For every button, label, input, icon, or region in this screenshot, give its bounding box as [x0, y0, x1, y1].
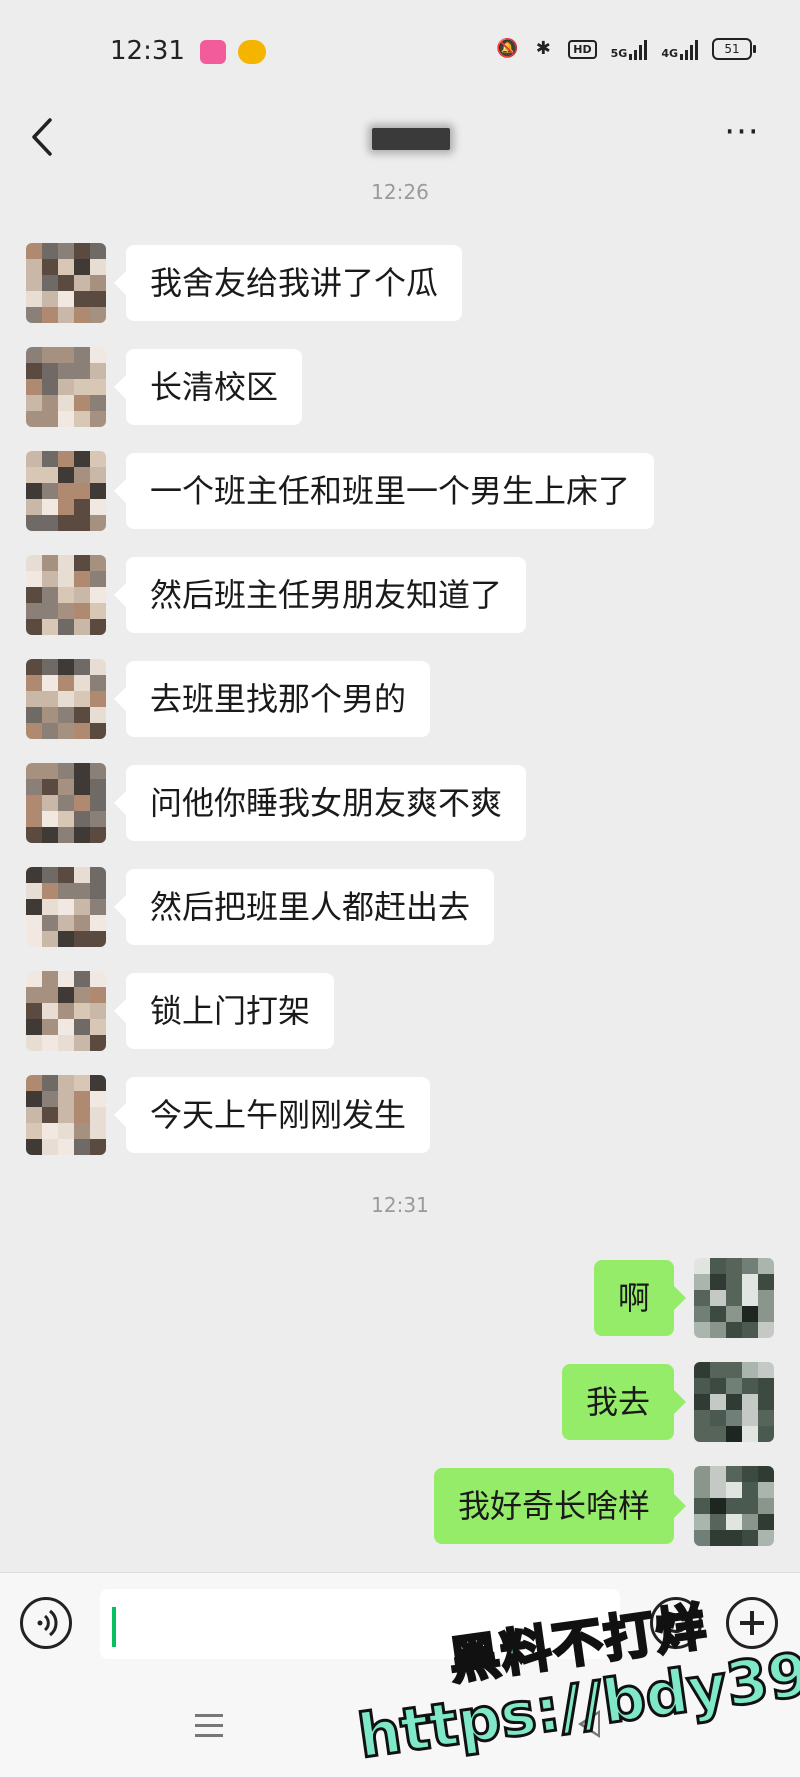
message-bubble[interactable]: 我去 [561, 1364, 687, 1440]
message-row-sent: 我去 [0, 1362, 800, 1442]
message-row-received: 我舍友给我讲了个瓜 [0, 243, 800, 323]
avatar[interactable] [26, 451, 106, 531]
timestamp: 12:26 [371, 180, 429, 204]
avatar[interactable] [26, 1075, 106, 1155]
message-row-received: 锁上门打架 [0, 971, 800, 1051]
message-row-received: 一个班主任和班里一个男生上床了 [0, 451, 800, 531]
message-bubble[interactable]: 我舍友给我讲了个瓜 [113, 245, 463, 321]
message-row-received: 长清校区 [0, 347, 800, 427]
text-cursor [112, 1607, 116, 1647]
avatar[interactable] [694, 1466, 774, 1546]
signal-4g-icon: 4G [661, 38, 698, 60]
status-time: 12:31 [110, 36, 185, 66]
message-row-sent: 啊 [0, 1258, 800, 1338]
plus-icon[interactable] [726, 1597, 778, 1649]
back-arrow-icon[interactable] [20, 112, 70, 162]
avatar[interactable] [26, 659, 106, 739]
message-row-received: 问他你睡我女朋友爽不爽 [0, 763, 800, 843]
avatar[interactable] [26, 867, 106, 947]
menu-icon[interactable] [195, 1714, 223, 1738]
signal-5g-icon: 5G [611, 38, 648, 60]
message-row-received: 去班里找那个男的 [0, 659, 800, 739]
avatar[interactable] [26, 971, 106, 1051]
message-bubble[interactable]: 锁上门打架 [113, 973, 335, 1049]
weibo-notification-icon [238, 40, 266, 64]
message-row-received: 然后把班里人都赶出去 [0, 867, 800, 947]
app-notification-icon [200, 40, 226, 64]
avatar[interactable] [26, 243, 106, 323]
message-bubble[interactable]: 一个班主任和班里一个男生上床了 [113, 453, 655, 529]
message-bubble[interactable]: 然后把班里人都赶出去 [113, 869, 495, 945]
message-bubble[interactable]: 我好奇长啥样 [433, 1468, 687, 1544]
avatar[interactable] [694, 1258, 774, 1338]
status-icons: 🔕 ✱ HD 5G 4G 51 [496, 38, 756, 60]
message-row-sent: 我好奇长啥样 [0, 1466, 800, 1546]
status-bar: 12:31 🔕 ✱ HD 5G 4G 51 [0, 0, 800, 100]
message-bubble[interactable]: 去班里找那个男的 [113, 661, 431, 737]
timestamp: 12:31 [371, 1193, 429, 1217]
voice-input-icon[interactable] [20, 1597, 72, 1649]
chat-header: ··· [0, 100, 800, 180]
mute-bell-icon: 🔕 [496, 38, 519, 59]
message-row-received: 然后班主任男朋友知道了 [0, 555, 800, 635]
avatar[interactable] [26, 555, 106, 635]
avatar[interactable] [26, 347, 106, 427]
battery-icon: 51 [712, 38, 756, 60]
message-bubble[interactable]: 长清校区 [113, 349, 303, 425]
bluetooth-icon: ✱ [535, 38, 551, 59]
more-options-icon[interactable]: ··· [714, 112, 770, 162]
message-bubble[interactable]: 然后班主任男朋友知道了 [113, 557, 527, 633]
message-bubble[interactable]: 今天上午刚刚发生 [113, 1077, 431, 1153]
message-bubble[interactable]: 啊 [593, 1260, 687, 1336]
contact-name-redacted [372, 128, 450, 150]
avatar[interactable] [694, 1362, 774, 1442]
message-row-received: 今天上午刚刚发生 [0, 1075, 800, 1155]
hd-icon: HD [568, 39, 597, 59]
avatar[interactable] [26, 763, 106, 843]
message-bubble[interactable]: 问他你睡我女朋友爽不爽 [113, 765, 527, 841]
